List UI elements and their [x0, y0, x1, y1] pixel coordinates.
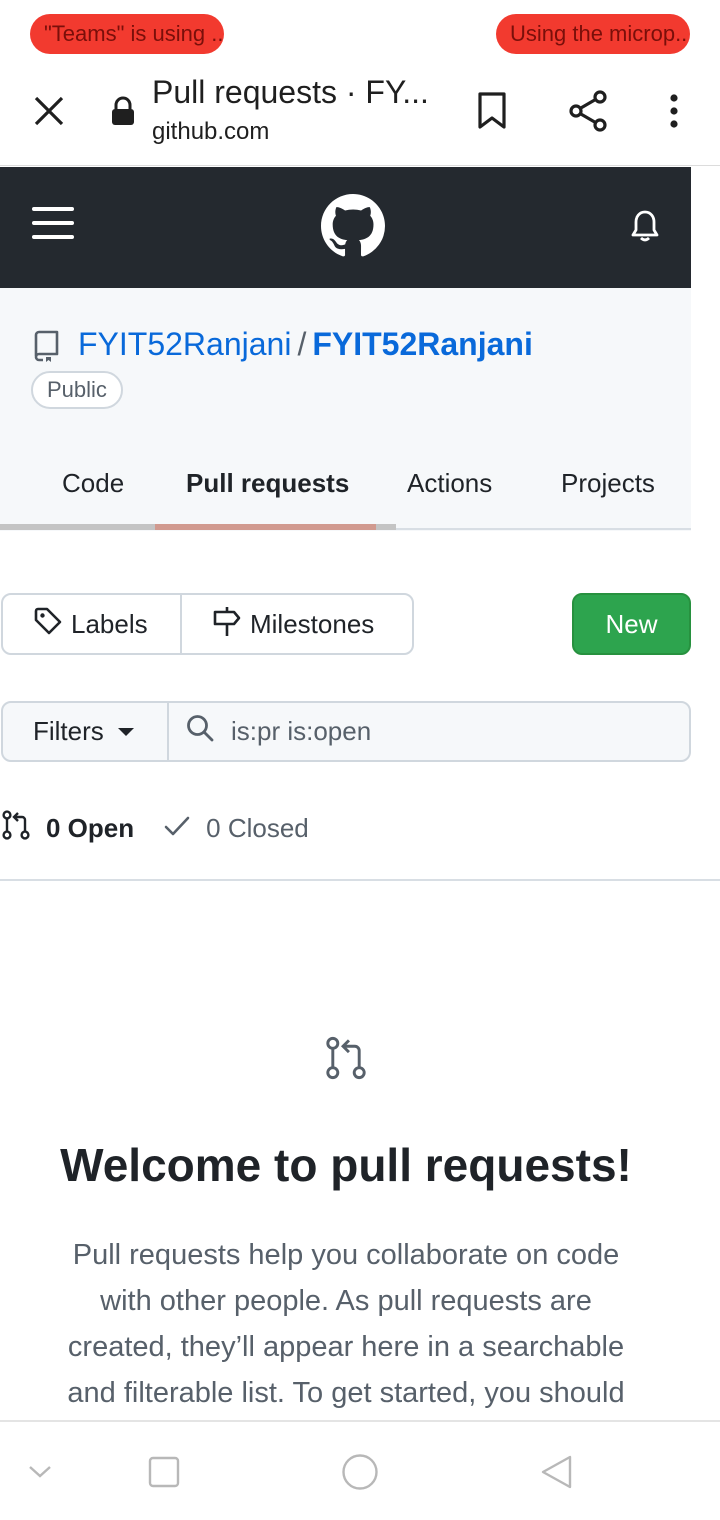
- lock-icon[interactable]: [110, 96, 136, 131]
- home-icon[interactable]: [340, 1452, 380, 1492]
- tab-actions[interactable]: Actions: [407, 468, 492, 499]
- repo-icon: [32, 330, 60, 367]
- closed-count: 0 Closed: [206, 812, 309, 843]
- microphone-indicator[interactable]: Using the microp...: [496, 14, 690, 54]
- repo-owner-link[interactable]: FYIT52Ranjani: [78, 326, 291, 362]
- labels-button-label: Labels: [71, 608, 148, 639]
- pull-request-large-icon: [324, 1036, 368, 1085]
- visibility-badge: Public: [31, 371, 123, 409]
- filters-dropdown-label: Filters: [33, 716, 104, 746]
- share-icon[interactable]: [563, 86, 613, 136]
- filters-dropdown[interactable]: Filters: [3, 703, 169, 760]
- back-icon[interactable]: [536, 1452, 576, 1492]
- repo-path-separator: /: [297, 326, 307, 362]
- github-logo-icon[interactable]: [321, 194, 385, 263]
- screen-recording-indicator[interactable]: "Teams" is using ...: [30, 14, 224, 54]
- tab-pull-requests[interactable]: Pull requests: [186, 468, 349, 499]
- github-header: [0, 167, 691, 288]
- bookmark-icon[interactable]: [467, 86, 517, 136]
- recents-icon[interactable]: [144, 1452, 184, 1492]
- repo-tabs: Code Pull requests Actions Projects: [0, 448, 691, 530]
- search-input[interactable]: is:pr is:open: [169, 703, 689, 760]
- repo-name-link[interactable]: FYIT52Ranjani: [312, 326, 533, 362]
- browser-toolbar: Pull requests · FY... github.com: [0, 62, 720, 166]
- close-icon[interactable]: [24, 86, 74, 136]
- page-domain[interactable]: github.com: [152, 118, 269, 146]
- new-pull-request-button[interactable]: New: [572, 593, 691, 655]
- tabs-divider: [396, 528, 691, 530]
- search-query: is:pr is:open: [231, 716, 372, 746]
- open-filter[interactable]: 0 Open: [2, 809, 135, 847]
- milestone-icon: [212, 605, 250, 644]
- blank-slate-text: Pull requests help you collaborate on co…: [67, 1239, 625, 1409]
- state-filter-row: 0 Open 0 Closed: [0, 806, 720, 850]
- milestones-button-label: Milestones: [250, 608, 375, 639]
- blank-slate-title: Welcome to pull requests!: [60, 1139, 632, 1191]
- tab-code[interactable]: Code: [62, 468, 124, 499]
- search-icon: [185, 713, 231, 750]
- milestones-button[interactable]: Milestones: [182, 595, 374, 653]
- list-divider: [0, 879, 720, 881]
- pull-request-icon: [2, 809, 46, 847]
- labels-button[interactable]: Labels: [3, 595, 182, 653]
- open-count: 0 Open: [46, 812, 135, 843]
- tag-icon: [33, 606, 71, 643]
- repo-path: FYIT52Ranjani / FYIT52Ranjani: [78, 326, 533, 363]
- page-title[interactable]: Pull requests · FY...: [152, 74, 432, 111]
- tab-projects[interactable]: Projects: [561, 468, 655, 499]
- bell-icon[interactable]: [630, 209, 660, 248]
- system-navigation-bar: [0, 1420, 720, 1520]
- active-tab-underline: [155, 524, 376, 530]
- closed-filter[interactable]: 0 Closed: [164, 813, 309, 844]
- labels-milestones-group: Labels Milestones: [1, 593, 414, 655]
- hamburger-menu-icon[interactable]: [32, 205, 76, 246]
- filters-bar: Filters is:pr is:open: [1, 701, 691, 762]
- caret-down-icon: [117, 727, 134, 736]
- repo-header: FYIT52Ranjani / FYIT52Ranjani Public Code …: [0, 288, 691, 531]
- check-icon: [164, 813, 206, 844]
- chevron-down-icon[interactable]: [20, 1452, 60, 1492]
- more-vert-icon[interactable]: [649, 86, 699, 136]
